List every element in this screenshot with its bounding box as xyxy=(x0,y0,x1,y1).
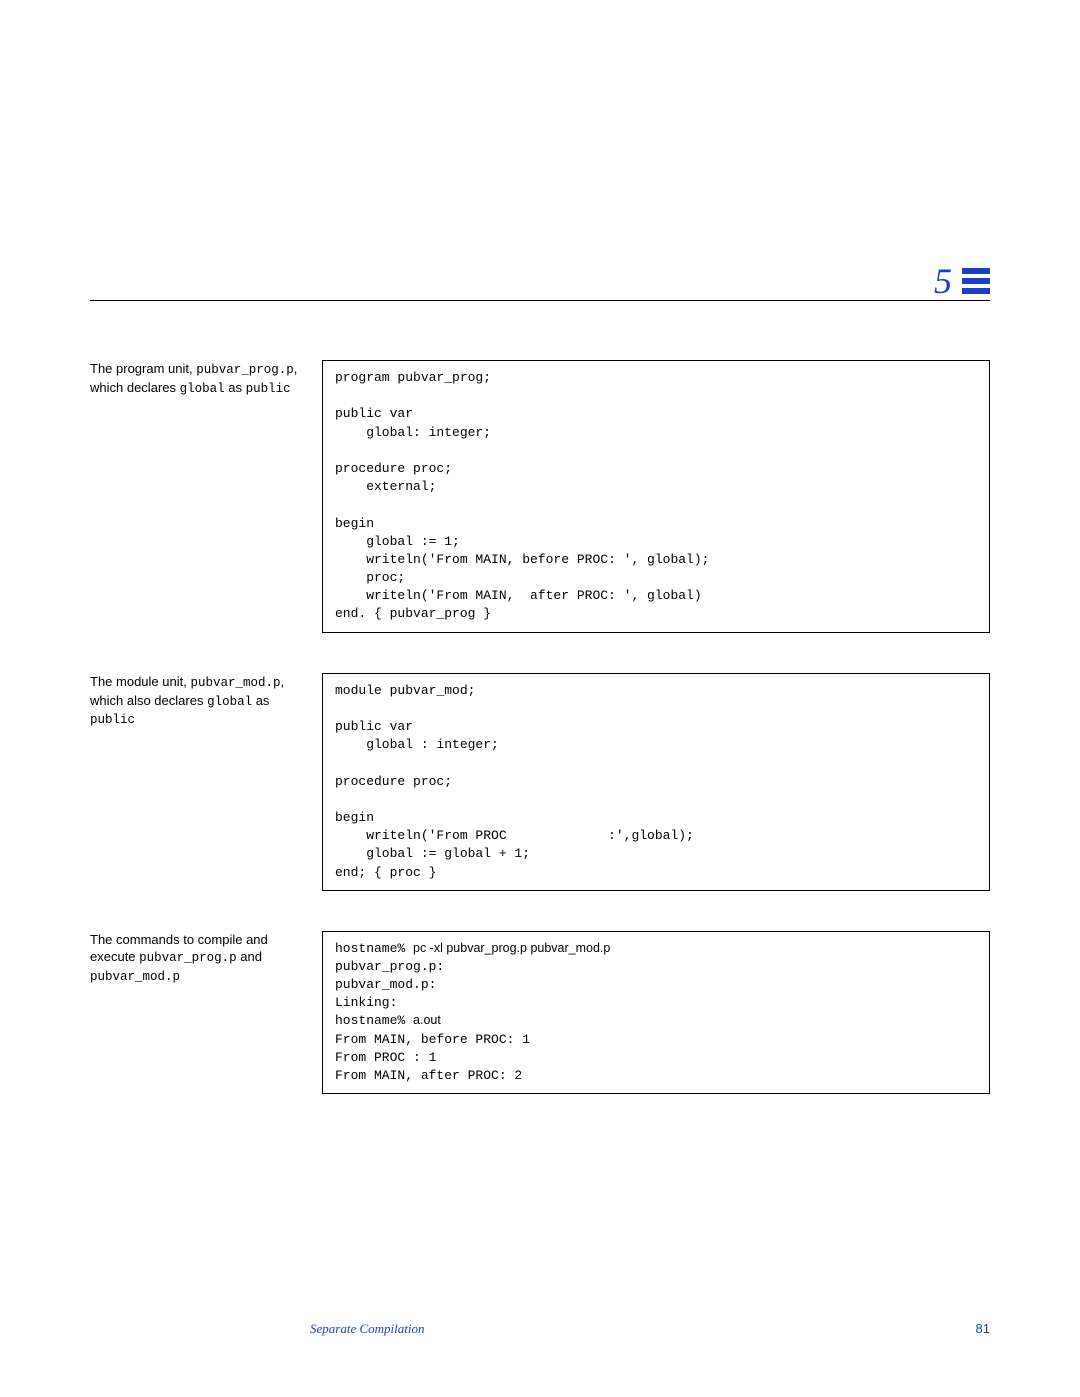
footer-page-number: 81 xyxy=(976,1321,990,1337)
code-block: The program unit, pubvar_prog.p, which d… xyxy=(90,360,990,633)
code-block: The module unit, pubvar_mod.p, which als… xyxy=(90,673,990,891)
page: 5 The program unit, pubvar_prog.p, which… xyxy=(0,0,1080,1397)
code-description: The commands to compile and execute pubv… xyxy=(90,931,322,986)
code-description: The module unit, pubvar_mod.p, which als… xyxy=(90,673,322,730)
chapter-number: 5 xyxy=(934,260,952,302)
code-block: The commands to compile and execute pubv… xyxy=(90,931,990,1095)
code-listing: module pubvar_mod; public var global : i… xyxy=(322,673,990,891)
page-footer: Separate Compilation 81 xyxy=(90,1321,990,1337)
content: The program unit, pubvar_prog.p, which d… xyxy=(90,360,990,1094)
chapter-header: 5 xyxy=(934,260,990,302)
footer-title: Separate Compilation xyxy=(310,1321,424,1337)
code-description: The program unit, pubvar_prog.p, which d… xyxy=(90,360,322,398)
header-divider xyxy=(90,300,990,301)
code-listing: program pubvar_prog; public var global: … xyxy=(322,360,990,633)
bars-icon xyxy=(962,268,990,294)
code-listing: hostname% pc -xl pubvar_prog.p pubvar_mo… xyxy=(322,931,990,1095)
